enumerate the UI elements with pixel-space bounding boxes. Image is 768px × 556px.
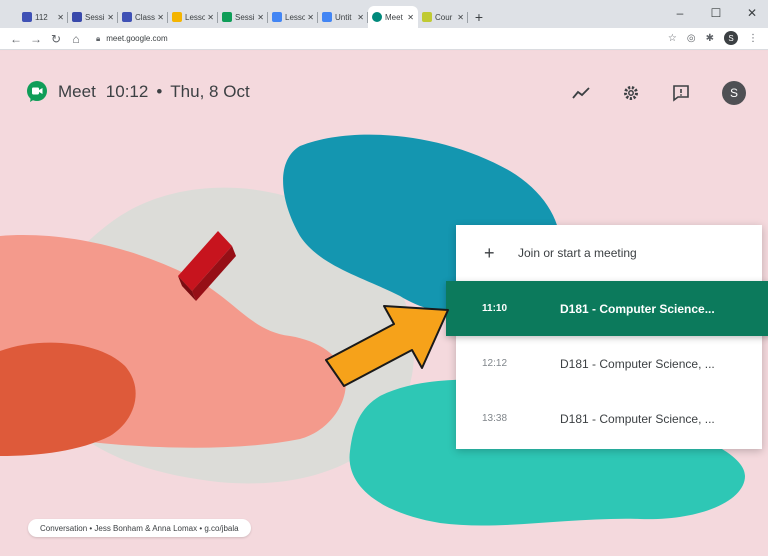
account-avatar[interactable]: S bbox=[722, 81, 746, 105]
lock-icon[interactable]: 🔒︎ bbox=[96, 34, 100, 44]
join-label: Join or start a meeting bbox=[518, 246, 637, 260]
meeting-time: 11:10 bbox=[482, 303, 508, 314]
browser-menu-icon[interactable]: ⋮ bbox=[748, 33, 758, 44]
tab-favicon-icon bbox=[22, 12, 32, 22]
address-bar[interactable]: 🔒︎ meet.google.com bbox=[96, 30, 716, 48]
meeting-title: D181 - Computer Science, ... bbox=[560, 411, 715, 426]
current-date: Thu, 8 Oct bbox=[170, 82, 250, 101]
tab-title: Untit bbox=[335, 12, 352, 22]
extensions-icon[interactable]: ✱ bbox=[706, 33, 714, 44]
time-date-separator: • bbox=[156, 82, 163, 101]
tab-close-icon[interactable]: ✕ bbox=[107, 13, 114, 22]
meeting-time: 12:12 bbox=[482, 358, 508, 369]
tab-close-icon[interactable]: ✕ bbox=[457, 13, 464, 22]
tab-close-icon[interactable]: ✕ bbox=[407, 13, 414, 22]
tab-title: Cour bbox=[435, 12, 453, 22]
tab-close-icon[interactable]: ✕ bbox=[57, 13, 64, 22]
tab-title: 112 bbox=[35, 12, 48, 22]
tab-favicon-icon bbox=[422, 12, 432, 22]
browser-tab-active[interactable]: Meet ✕ bbox=[368, 6, 418, 28]
join-or-start-meeting-button[interactable]: + Join or start a meeting bbox=[456, 225, 762, 281]
tab-favicon-icon bbox=[272, 12, 282, 22]
tab-favicon-icon bbox=[172, 12, 182, 22]
meet-logo-icon bbox=[27, 81, 47, 102]
artwork-credit-chip[interactable]: Conversation • Jess Bonham & Anna Lomax … bbox=[28, 519, 251, 537]
meeting-item-highlighted[interactable]: 11:10 D181 - Computer Science... bbox=[446, 281, 768, 336]
meeting-item[interactable]: 12:12 D181 - Computer Science, ... bbox=[456, 336, 762, 391]
browser-tab[interactable]: Sessi ✕ bbox=[218, 6, 268, 28]
toolbar-icons: ☆ ◎ ✱ S ⋮ bbox=[668, 31, 758, 45]
meeting-title: D181 - Computer Science, ... bbox=[560, 356, 715, 371]
browser-tab[interactable]: Lesso ✕ bbox=[268, 6, 318, 28]
browser-tab[interactable]: 112 ✕ bbox=[18, 6, 68, 28]
tab-close-icon[interactable]: ✕ bbox=[157, 13, 164, 22]
meet-page: Meet 10:12 • Thu, 8 Oct S + Join or star… bbox=[0, 51, 768, 556]
tab-close-icon[interactable]: ✕ bbox=[307, 13, 314, 22]
window-controls: – ☐ ✕ bbox=[672, 6, 760, 20]
browser-profile-avatar[interactable]: S bbox=[724, 31, 738, 45]
camera-icon[interactable]: ◎ bbox=[687, 33, 696, 44]
meeting-title: D181 - Computer Science... bbox=[560, 301, 715, 316]
tab-favicon-icon bbox=[122, 12, 132, 22]
home-icon[interactable]: ⌂ bbox=[68, 32, 84, 46]
credit-text: Conversation • Jess Bonham & Anna Lomax … bbox=[40, 523, 239, 533]
minimize-icon[interactable]: – bbox=[672, 6, 688, 20]
new-tab-button[interactable]: + bbox=[468, 6, 490, 28]
feedback-icon[interactable] bbox=[672, 84, 690, 102]
tab-title: Sessi bbox=[235, 12, 255, 22]
settings-gear-icon[interactable] bbox=[622, 84, 640, 102]
pointer-arrow-icon bbox=[325, 305, 449, 387]
bookmark-star-icon[interactable]: ☆ bbox=[668, 33, 677, 44]
top-actions: S bbox=[572, 81, 746, 105]
browser-tab[interactable]: Lesso ✕ bbox=[168, 6, 218, 28]
tab-title: Meet bbox=[385, 12, 403, 22]
tab-title: Lesso bbox=[185, 12, 206, 22]
tab-favicon-icon bbox=[322, 12, 332, 22]
trending-icon[interactable] bbox=[572, 86, 590, 100]
address-text: meet.google.com bbox=[106, 34, 168, 43]
meeting-time: 13:38 bbox=[482, 413, 508, 424]
browser-tab[interactable]: Sessi ✕ bbox=[68, 6, 118, 28]
tab-favicon-icon bbox=[222, 12, 232, 22]
browser-tab[interactable]: Untit ✕ bbox=[318, 6, 368, 28]
browser-tab[interactable]: Class ✕ bbox=[118, 6, 168, 28]
meetings-card: + Join or start a meeting 11:10 D181 - C… bbox=[446, 225, 768, 449]
browser-tab-bar: 112 ✕ Sessi ✕ Class ✕ Lesso ✕ Sessi ✕ Le… bbox=[0, 0, 768, 28]
back-icon[interactable]: ← bbox=[8, 32, 24, 46]
reload-icon[interactable]: ↻ bbox=[48, 32, 64, 46]
app-title: Meet bbox=[58, 82, 96, 101]
maximize-icon[interactable]: ☐ bbox=[708, 6, 724, 20]
tab-close-icon[interactable]: ✕ bbox=[257, 13, 264, 22]
current-time: 10:12 bbox=[105, 82, 149, 101]
tab-title: Lesso bbox=[285, 12, 306, 22]
meeting-item[interactable]: 13:38 D181 - Computer Science, ... bbox=[456, 391, 762, 446]
tab-favicon-icon bbox=[72, 12, 82, 22]
meet-app-bar: Meet 10:12 • Thu, 8 Oct bbox=[26, 81, 250, 103]
tab-close-icon[interactable]: ✕ bbox=[207, 13, 214, 22]
close-window-icon[interactable]: ✕ bbox=[744, 6, 760, 20]
forward-icon[interactable]: → bbox=[28, 32, 44, 46]
browser-toolbar: ← → ↻ ⌂ 🔒︎ meet.google.com ☆ ◎ ✱ S ⋮ bbox=[0, 28, 768, 50]
plus-icon: + bbox=[484, 242, 495, 263]
tab-close-icon[interactable]: ✕ bbox=[357, 13, 364, 22]
tab-title: Class bbox=[135, 12, 156, 22]
browser-tab[interactable]: Cour ✕ bbox=[418, 6, 468, 28]
tab-title: Sessi bbox=[85, 12, 105, 22]
tab-favicon-icon bbox=[372, 12, 382, 22]
